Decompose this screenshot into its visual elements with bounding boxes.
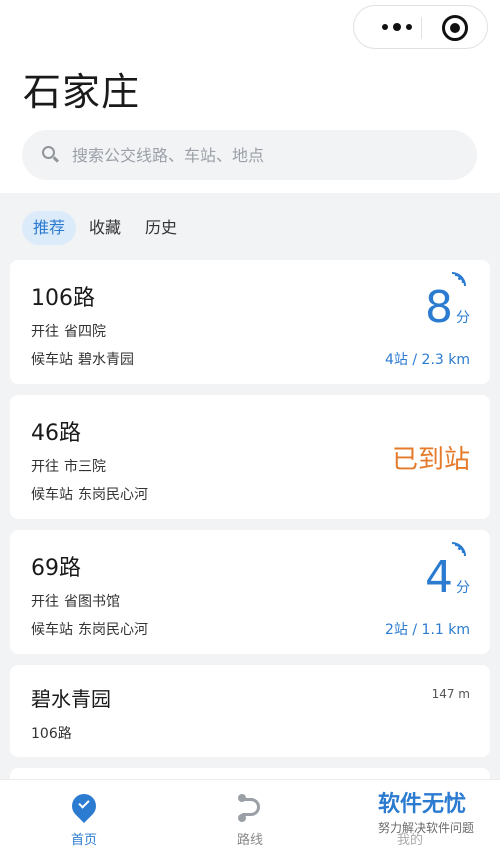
tab-bar: 推荐 收藏 历史 <box>22 211 190 245</box>
stop-value: 碧水青园 <box>78 352 134 368</box>
direction-value: 省图书馆 <box>64 594 120 610</box>
bus-card[interactable]: 46路 开往 市三院 候车站 东岗民心河 已到站 <box>10 395 490 519</box>
bus-card[interactable]: 106路 开往 省四院 候车站 碧水青园 8分 4站 / 2.3 km <box>10 260 490 384</box>
miniprogram-capsule <box>353 5 488 49</box>
more-dots-icon[interactable] <box>372 6 422 48</box>
route-name: 69路 <box>31 556 81 581</box>
capsule-divider <box>421 17 422 39</box>
watermark: 软件无忧 努力解决软件问题 <box>378 790 488 836</box>
stop-label: 候车站 <box>31 622 73 638</box>
tab-favorites[interactable]: 收藏 <box>78 211 132 245</box>
distance-info: 2站 / 1.1 km <box>385 622 470 638</box>
route-icon <box>236 792 266 824</box>
arrival-status: 已到站 <box>392 439 470 476</box>
stop-line: 候车站 碧水青园 <box>31 349 134 369</box>
search-icon <box>42 146 60 164</box>
direction-label: 开往 <box>31 324 59 340</box>
direction-line: 开往 省图书馆 <box>31 591 120 611</box>
stop-line: 候车站 东岗民心河 <box>31 484 148 504</box>
city-title[interactable]: 石家庄 <box>23 68 140 116</box>
station-routes: 106路 <box>31 726 72 742</box>
tab-history[interactable]: 历史 <box>134 211 188 245</box>
search-input[interactable] <box>72 145 452 165</box>
direction-value: 市三院 <box>64 459 106 475</box>
station-distance: 147 m <box>431 687 470 701</box>
target-circle-icon[interactable] <box>442 15 468 41</box>
stop-line: 候车站 东岗民心河 <box>31 619 148 639</box>
eta-unit: 分 <box>456 580 470 596</box>
eta-unit: 分 <box>456 310 470 326</box>
eta: 4分 <box>425 556 470 600</box>
tabbar-route-label: 路线 <box>236 833 263 848</box>
eta: 8分 <box>425 286 470 330</box>
location-pin-icon <box>67 789 101 823</box>
tabbar-route[interactable]: 路线 <box>190 780 310 849</box>
station-card[interactable]: 碧水青园 147 m 106路 <box>10 665 490 757</box>
arrived-text: 已到站 <box>391 445 470 475</box>
route-name: 46路 <box>31 421 81 446</box>
direction-line: 开往 市三院 <box>31 456 106 476</box>
bus-card[interactable]: 69路 开往 省图书馆 候车站 东岗民心河 4分 2站 / 1.1 km <box>10 530 490 654</box>
stop-value: 东岗民心河 <box>78 622 148 638</box>
eta-value: 8 <box>425 282 453 333</box>
distance-info: 4站 / 2.3 km <box>385 352 470 368</box>
station-name: 碧水青园 <box>31 687 111 711</box>
search-bar[interactable] <box>22 130 477 180</box>
tabbar-home-label: 首页 <box>70 833 97 848</box>
tabbar-home[interactable]: 首页 <box>24 780 144 849</box>
route-name: 106路 <box>31 286 95 311</box>
direction-label: 开往 <box>31 459 59 475</box>
header-area: 石家庄 <box>0 0 500 193</box>
stop-label: 候车站 <box>31 487 73 503</box>
direction-line: 开往 省四院 <box>31 321 106 341</box>
stop-label: 候车站 <box>31 352 73 368</box>
realtime-signal-icon <box>452 540 468 556</box>
watermark-subtitle: 努力解决软件问题 <box>378 821 475 835</box>
direction-label: 开往 <box>31 594 59 610</box>
realtime-signal-icon <box>452 270 468 286</box>
watermark-title: 软件无忧 <box>378 792 467 817</box>
stop-value: 东岗民心河 <box>78 487 148 503</box>
tab-recommend[interactable]: 推荐 <box>22 211 77 245</box>
direction-value: 省四院 <box>64 324 106 340</box>
eta-value: 4 <box>425 552 453 603</box>
